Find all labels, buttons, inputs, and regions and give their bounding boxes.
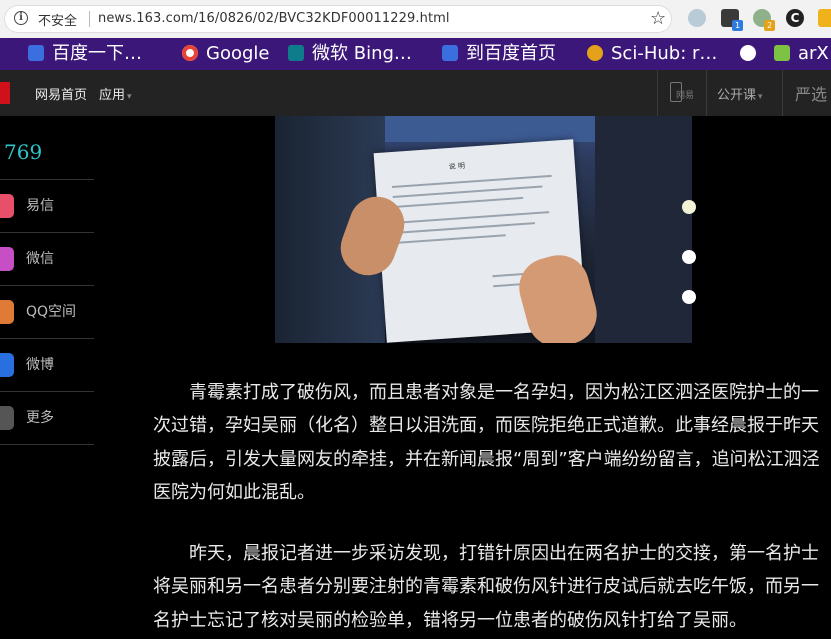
security-label[interactable]: 不安全 [38, 10, 77, 29]
document-line [395, 234, 506, 244]
share-qzone[interactable]: QQ空间 [0, 285, 94, 338]
share-yixin[interactable]: 易信 [0, 179, 94, 232]
share-sidebar: 769 易信 微信 QQ空间 微博 更多 [0, 116, 96, 639]
photo-background [595, 116, 692, 343]
share-wechat[interactable]: 微信 [0, 232, 94, 285]
google-icon [182, 45, 198, 61]
url-text[interactable]: news.163.com/16/0826/02/BVC32KDF00011229… [98, 11, 450, 26]
baidu-icon [442, 45, 458, 61]
extension-icon[interactable] [688, 9, 706, 27]
article-photo: 说 明 [275, 116, 692, 343]
document-line [395, 222, 535, 234]
nav-open-course-menu[interactable]: 公开课 ▾ [717, 84, 763, 103]
bookmark-scihub[interactable]: Sci-Hub: r… [587, 41, 717, 67]
share-label: 微博 [26, 357, 54, 373]
bookmark-baidu-home[interactable]: 到百度首页 [442, 41, 556, 67]
extension-icon[interactable] [818, 9, 831, 27]
article-paragraph: 青霉素打成了破伤风，而且患者对象是一名孕妇，因为松江区泗泾医院护士的一次过错，孕… [153, 382, 820, 503]
document-line [393, 196, 524, 208]
bookmarks-bar: 百度一下… Google 微软 Bing… 到百度首页 Sci-Hub: r… … [0, 38, 831, 70]
bookmark-globe[interactable] [740, 41, 764, 67]
document-title: 说 明 [448, 161, 466, 171]
article-paragraph: 昨天，晨报记者进一步采访发现，打错针原因出在两名护士的交接，第一名护士将吴丽和另… [153, 543, 819, 631]
nav-apps-label: 应用 [99, 88, 126, 103]
nav-home-link[interactable]: 网易首页 [35, 84, 87, 103]
comment-count[interactable]: 769 [4, 140, 42, 164]
bookmark-arxiv[interactable]: arX [774, 41, 829, 67]
scroll-dot[interactable] [682, 250, 696, 264]
nav-yanxuan-link[interactable]: 严选 [782, 70, 831, 116]
scroll-dot[interactable] [682, 200, 696, 214]
extension-icon[interactable]: 1 [721, 9, 743, 31]
mobile-app-button[interactable]: 网易 [657, 70, 707, 116]
arxiv-icon [774, 45, 790, 61]
share-label: QQ空间 [26, 304, 77, 320]
scihub-icon [587, 45, 603, 61]
yixin-icon [0, 194, 14, 218]
share-label: 更多 [26, 410, 54, 426]
extension-icon[interactable]: 2 [753, 9, 775, 31]
address-bar: i 不安全 news.163.com/16/0826/02/BVC32KDF00… [0, 0, 831, 38]
divider [89, 11, 90, 27]
more-icon [0, 406, 14, 430]
extension-badge: 1 [732, 20, 743, 31]
qzone-icon [0, 300, 14, 324]
scroll-dot[interactable] [682, 290, 696, 304]
omnibox[interactable]: i 不安全 news.163.com/16/0826/02/BVC32KDF00… [4, 5, 672, 33]
extension-icon[interactable]: C [786, 9, 804, 27]
wechat-icon [0, 247, 14, 271]
bookmark-star-icon[interactable]: ☆ [650, 8, 666, 29]
open-course-label: 公开课 [717, 88, 757, 103]
caret-down-icon: ▾ [758, 92, 763, 102]
nav-apps-menu[interactable]: 应用 ▾ [99, 84, 132, 103]
info-icon[interactable]: i [14, 11, 28, 25]
bookmark-bing[interactable]: 微软 Bing… [288, 41, 412, 67]
globe-icon [740, 45, 756, 61]
bing-icon [288, 45, 304, 61]
site-nav: 网易首页 应用 ▾ 网易 公开课 ▾ 严选 [0, 70, 831, 116]
bookmark-google[interactable]: Google [182, 41, 269, 67]
bookmark-baidu[interactable]: 百度一下… [28, 41, 142, 67]
phone-label: 网易 [676, 91, 695, 101]
netease-logo[interactable] [0, 82, 10, 104]
share-label: 微信 [26, 251, 54, 267]
extension-badge: 2 [764, 20, 775, 31]
share-more[interactable]: 更多 [0, 391, 94, 445]
share-weibo[interactable]: 微博 [0, 338, 94, 391]
baidu-icon [28, 45, 44, 61]
yanxuan-label: 严选 [795, 85, 828, 104]
weibo-icon [0, 353, 14, 377]
share-label: 易信 [26, 198, 54, 214]
caret-down-icon: ▾ [127, 92, 132, 102]
